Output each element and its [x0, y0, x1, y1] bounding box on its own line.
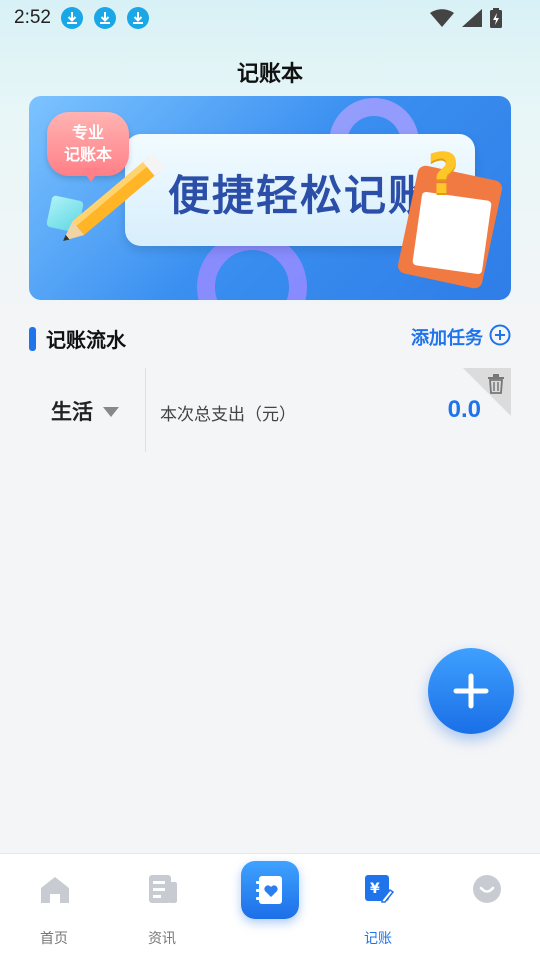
question-mark-icon: ? — [427, 142, 460, 207]
section-header: 记账流水 添加任务 — [29, 322, 511, 356]
category-label: 生活 — [51, 400, 93, 424]
nav-item-notebook[interactable] — [241, 861, 299, 919]
nav-item-profile[interactable] — [432, 854, 540, 960]
record-row: 生活 本次总支出（元） 0.0 — [29, 368, 511, 454]
battery-icon — [490, 8, 502, 32]
add-task-label: 添加任务 — [411, 328, 483, 349]
download-icon — [126, 7, 149, 29]
add-record-fab[interactable] — [428, 648, 514, 734]
nav-item-news[interactable]: 资讯 — [108, 854, 216, 960]
add-task-button[interactable]: 添加任务 — [411, 324, 511, 350]
section-title: 记账流水 — [46, 328, 126, 352]
caret-down-icon — [103, 402, 119, 421]
nav-item-home[interactable]: 首页 — [0, 854, 108, 960]
bottom-nav: 首页 资讯 ¥ 记账 — [0, 853, 540, 960]
download-icon — [93, 7, 116, 29]
section-accent-bar — [29, 327, 36, 351]
promo-banner[interactable]: 便捷轻松记账 ? 专业 记账本 — [29, 96, 511, 300]
svg-text:¥: ¥ — [370, 881, 380, 897]
signal-icon — [462, 9, 482, 31]
trash-icon[interactable] — [487, 374, 505, 398]
plus-icon — [453, 673, 489, 709]
news-icon — [148, 874, 178, 908]
status-time: 2:52 — [14, 7, 51, 28]
ledger-edit-icon: ¥ — [364, 874, 395, 908]
badge-bubble-tail — [81, 168, 101, 182]
category-dropdown[interactable]: 生活 — [51, 396, 119, 426]
nav-item-ledger[interactable]: ¥ 记账 — [324, 854, 432, 960]
divider — [145, 368, 146, 452]
badge-text: 专业 记账本 — [63, 123, 112, 164]
wifi-icon — [430, 9, 454, 31]
download-icon — [60, 7, 83, 29]
home-icon — [40, 876, 70, 908]
status-bar: 2:52 — [0, 0, 540, 36]
page-title: 记账本 — [236, 62, 303, 87]
nav-label-news: 资讯 — [148, 931, 176, 947]
plus-circle-icon — [489, 324, 511, 350]
notebook-heart-icon — [256, 876, 282, 904]
profile-icon — [472, 874, 502, 908]
nav-label-home: 首页 — [40, 931, 68, 947]
nav-label-ledger: 记账 — [364, 931, 392, 947]
total-expense-label: 本次总支出（元） — [160, 405, 296, 425]
